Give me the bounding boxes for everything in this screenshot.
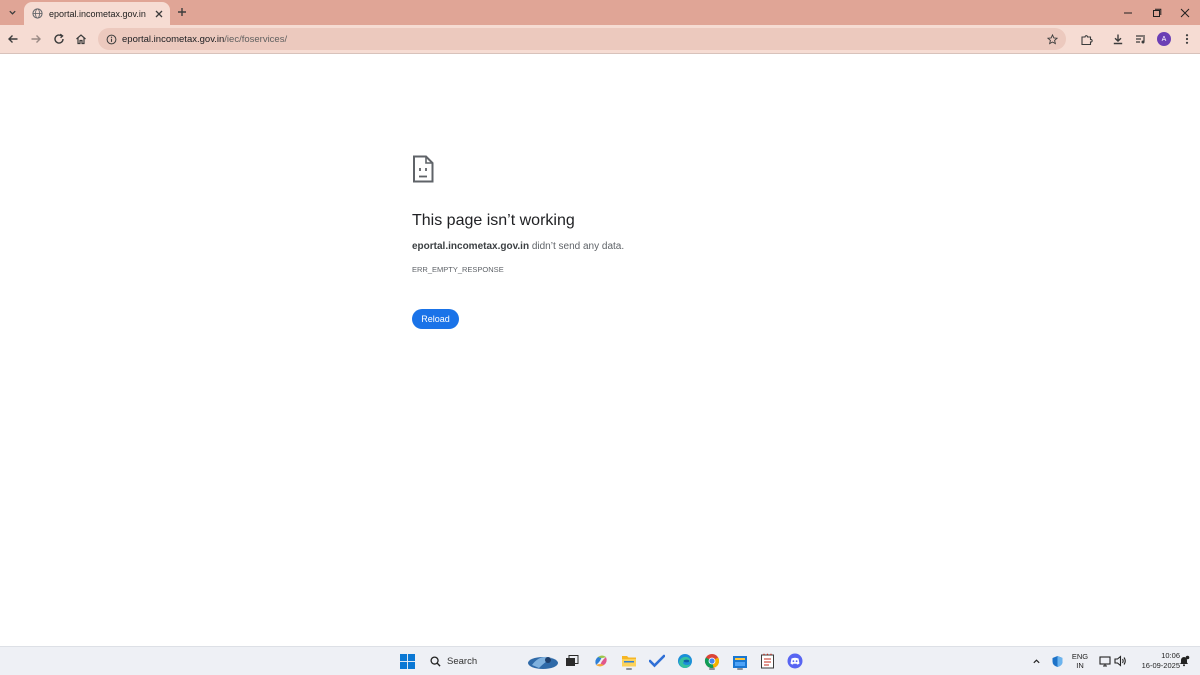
arrow-right-icon (31, 35, 41, 43)
chrome-icon (704, 654, 720, 668)
url-path: /iec/foservices/ (224, 33, 288, 45)
discord-icon (787, 653, 803, 669)
task-view-button[interactable] (563, 652, 581, 670)
close-window-button[interactable] (1170, 0, 1200, 25)
chevron-down-icon (9, 10, 16, 15)
edge-icon (678, 654, 692, 668)
taskbar: Search ENG IN 10:06 16-09-2025 (0, 646, 1200, 675)
edge-button[interactable] (676, 652, 694, 670)
tab-close-button[interactable] (152, 7, 166, 21)
browser-tab-active[interactable]: eportal.incometax.gov.in (24, 2, 170, 25)
chevron-up-icon (1032, 658, 1040, 663)
windows-start-button[interactable] (398, 652, 416, 670)
bell-icon (1180, 655, 1190, 667)
defender-tray-button[interactable] (1048, 652, 1066, 670)
error-host: eportal.incometax.gov.in (412, 241, 530, 252)
minimize-icon (1124, 12, 1132, 13)
error-code: ERR_EMPTY_RESPONSE (412, 265, 504, 274)
search-icon (430, 656, 441, 667)
notepad-button[interactable] (758, 652, 776, 670)
active-indicator (709, 668, 715, 670)
restore-icon (1153, 8, 1162, 17)
tab-title: eportal.incometax.gov.in (49, 8, 146, 19)
back-button[interactable] (4, 30, 22, 48)
file-explorer-button[interactable] (620, 652, 638, 670)
clock-date: 16-09-2025 (1141, 661, 1180, 670)
discord-button[interactable] (786, 652, 804, 670)
url-host: eportal.incometax.gov.in (122, 33, 225, 45)
show-hidden-icons-button[interactable] (1027, 652, 1045, 670)
todo-button[interactable] (648, 652, 666, 670)
star-icon (1046, 33, 1058, 45)
language-line2: IN (1076, 661, 1084, 670)
home-icon (76, 34, 86, 45)
home-button[interactable] (72, 30, 90, 48)
extensions-button[interactable] (1077, 30, 1095, 48)
profile-avatar[interactable]: A (1157, 32, 1171, 46)
copilot-icon (595, 655, 607, 667)
file-explorer-icon (622, 656, 636, 667)
chrome-button[interactable] (703, 652, 721, 670)
browser-menu-button[interactable] (1178, 30, 1196, 48)
close-icon (1180, 8, 1190, 17)
store-icon (733, 655, 747, 668)
network-monitor-icon (1099, 656, 1111, 667)
notepad-icon (760, 653, 774, 669)
error-message: didn’t send any data. (529, 241, 625, 252)
puzzle-icon (1080, 34, 1093, 45)
address-bar[interactable]: eportal.incometax.gov.in/iec/foservices/ (98, 28, 1066, 50)
error-title: This page isn’t working (412, 212, 575, 229)
tab-search-button[interactable] (4, 4, 21, 21)
taskbar-clock[interactable]: 10:06 16-09-2025 (1128, 651, 1180, 671)
copilot-button[interactable] (592, 652, 610, 670)
store-button[interactable] (731, 652, 749, 670)
active-indicator (737, 668, 743, 670)
search-label: Search (447, 656, 478, 667)
new-tab-button[interactable] (174, 4, 190, 20)
language-line1: ENG (1071, 652, 1089, 661)
media-controls-button[interactable] (1132, 30, 1150, 48)
reload-button[interactable]: Reload (412, 309, 459, 329)
reload-toolbar-button[interactable] (50, 30, 68, 48)
speaker-icon (1113, 655, 1126, 667)
clock-time: 10:06 (1161, 651, 1180, 660)
tab-strip: eportal.incometax.gov.in (0, 0, 1200, 25)
task-view-icon (566, 655, 579, 666)
language-indicator[interactable]: ENG IN (1068, 652, 1092, 670)
minimize-button[interactable] (1113, 0, 1143, 25)
download-icon (1113, 34, 1123, 45)
kebab-menu-icon (1185, 34, 1189, 44)
bookmark-star-button[interactable] (1044, 31, 1060, 47)
widgets-icon (528, 656, 558, 669)
shield-icon (1052, 655, 1062, 667)
forward-button[interactable] (27, 30, 45, 48)
sad-document-icon (413, 155, 434, 183)
taskbar-search[interactable]: Search (424, 651, 560, 672)
restore-button[interactable] (1142, 0, 1172, 25)
music-queue-icon (1136, 35, 1145, 44)
todo-icon (649, 654, 665, 668)
refresh-icon (54, 33, 64, 44)
browser-toolbar: eportal.incometax.gov.in/iec/foservices/… (0, 25, 1200, 54)
close-icon (155, 10, 163, 17)
site-info-icon[interactable] (104, 32, 118, 46)
volume-button[interactable] (1111, 652, 1129, 670)
error-page: This page isn’t working eportal.incometa… (0, 55, 1200, 646)
windows-start-icon (399, 653, 415, 669)
plus-icon (178, 8, 186, 16)
error-description: eportal.incometax.gov.in didn’t send any… (412, 241, 624, 252)
url-text: eportal.incometax.gov.in/iec/foservices/ (122, 34, 287, 45)
downloads-button[interactable] (1109, 30, 1127, 48)
active-indicator (626, 668, 632, 670)
globe-icon (32, 8, 43, 19)
notifications-button[interactable] (1175, 652, 1193, 670)
arrow-left-icon (8, 35, 18, 43)
